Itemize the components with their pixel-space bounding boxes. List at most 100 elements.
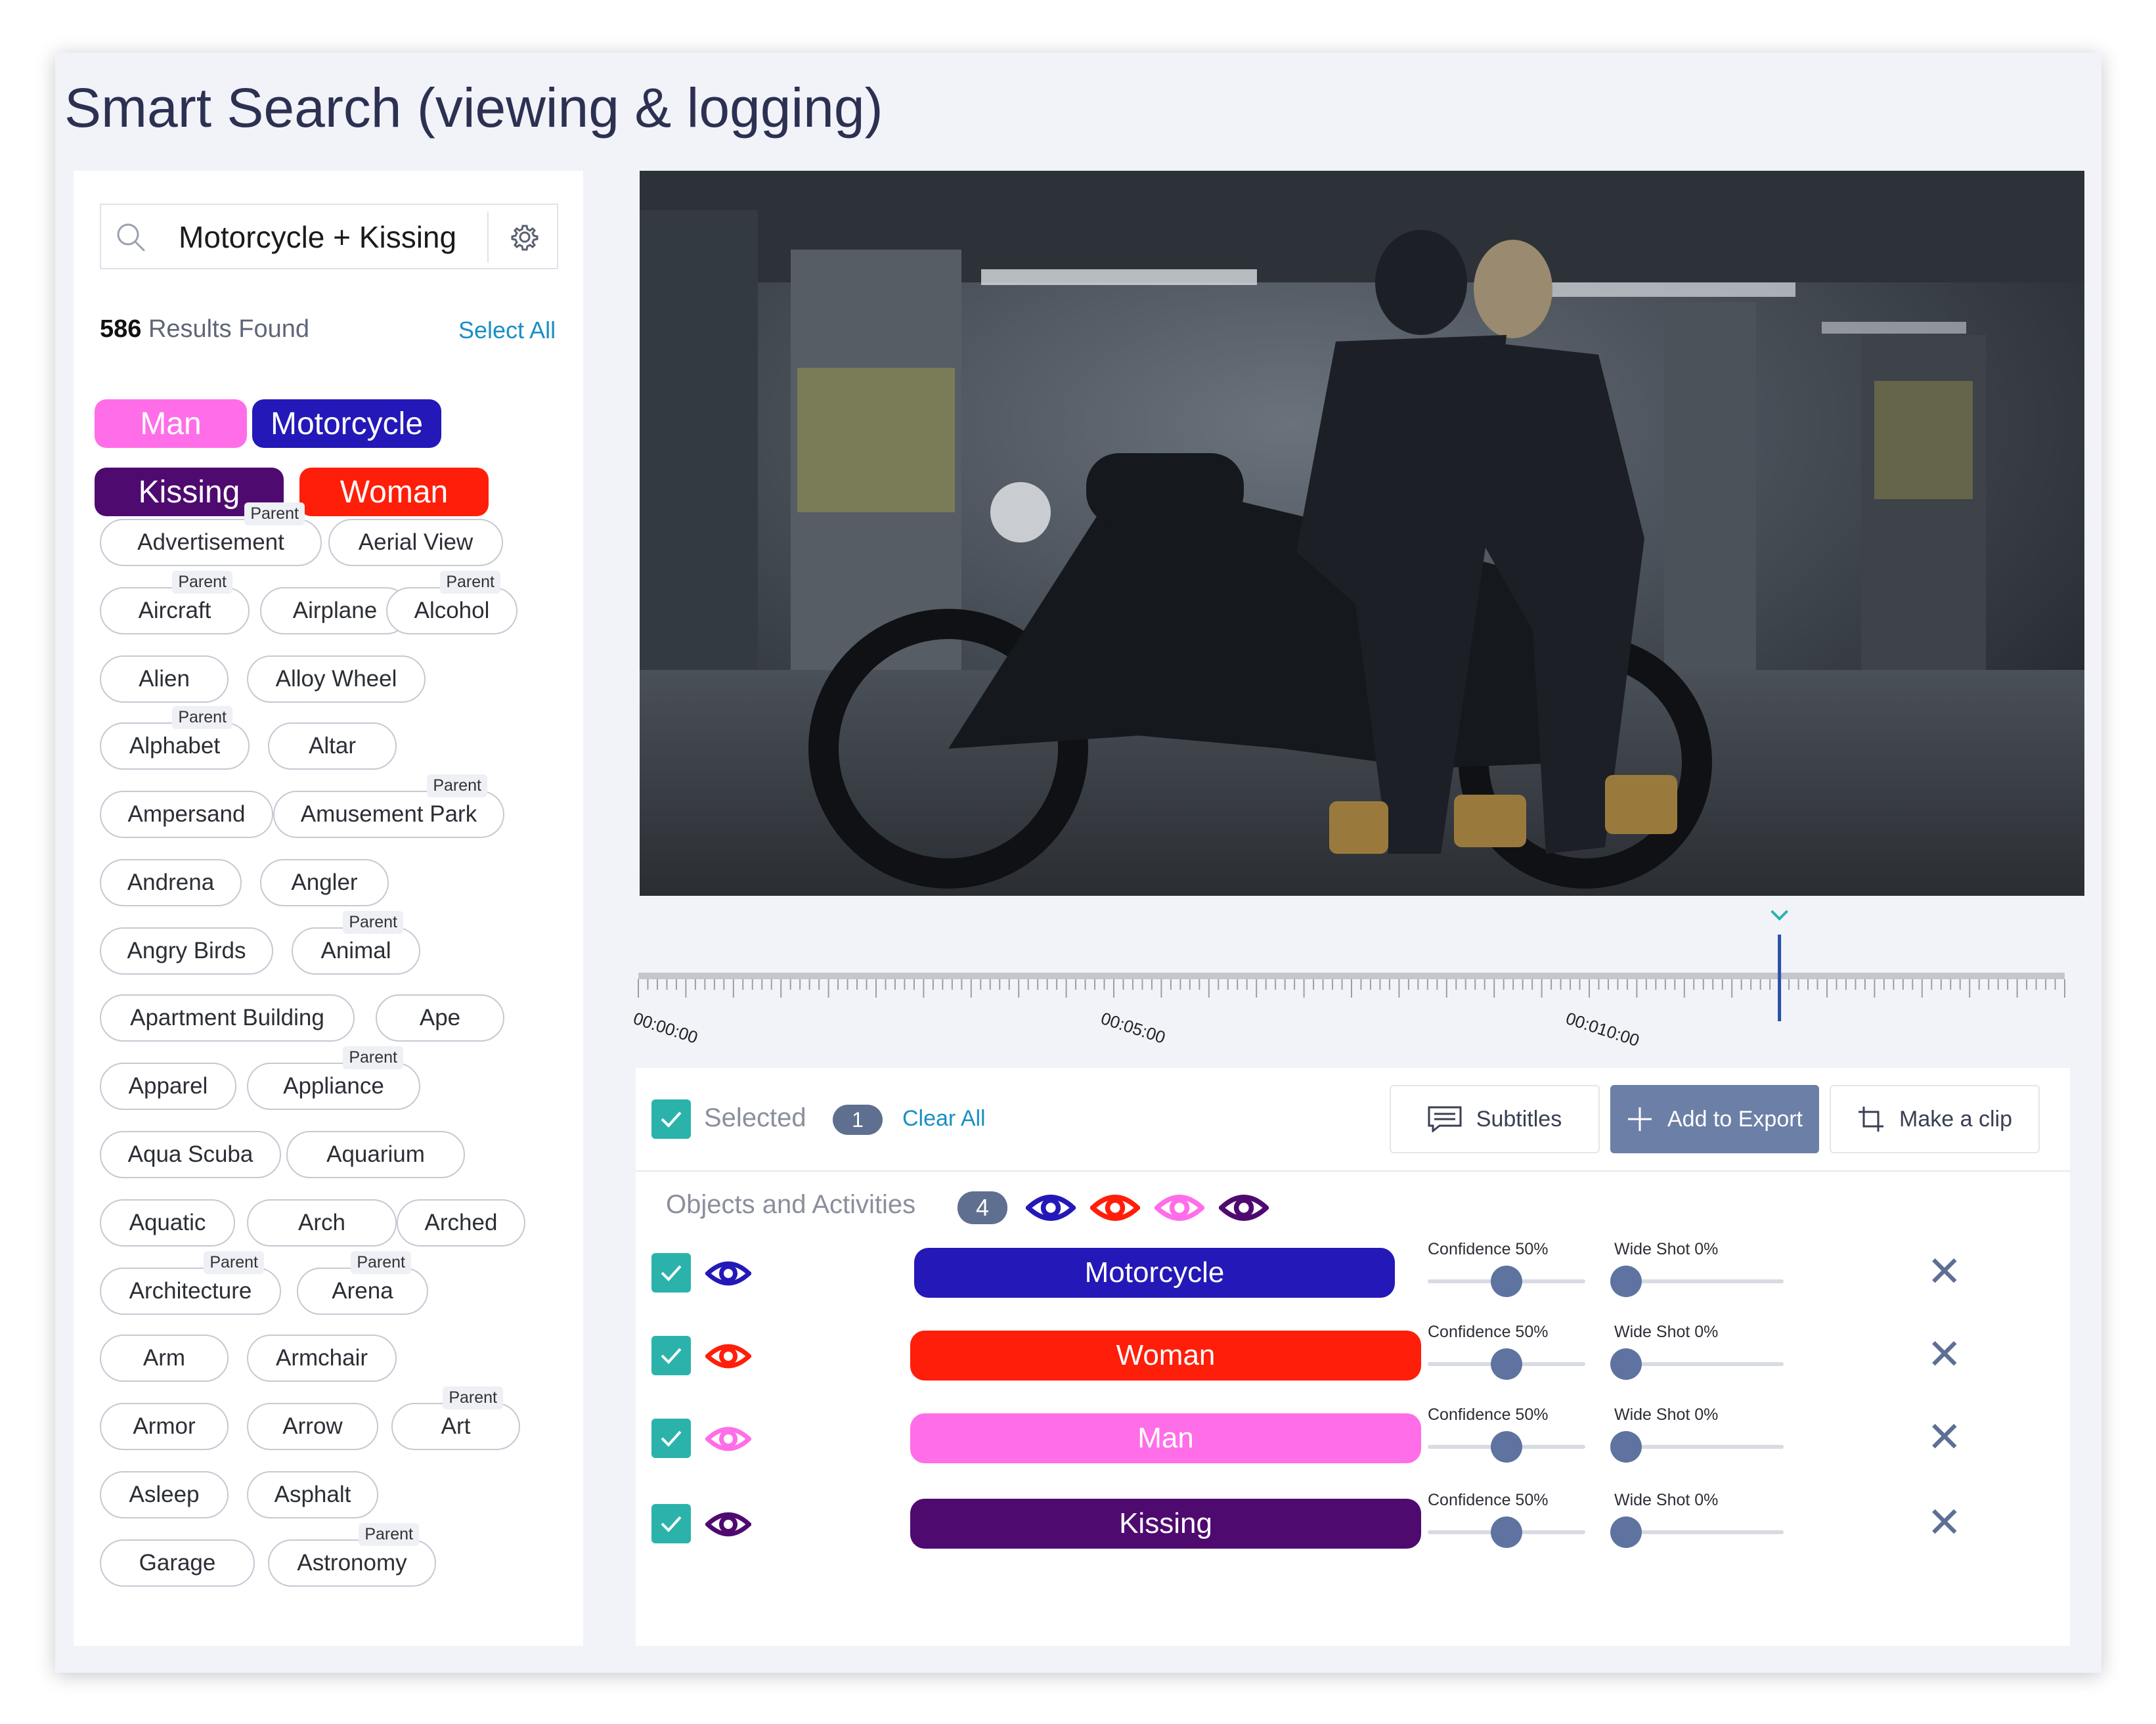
wide-shot-slider[interactable] [1610, 1516, 1784, 1548]
tag-ape[interactable]: Ape [376, 994, 504, 1042]
tag-ampersand[interactable]: Ampersand [100, 791, 273, 838]
tag-garage[interactable]: Garage [100, 1539, 255, 1587]
row-checkbox[interactable] [651, 1419, 691, 1458]
eye-icon[interactable] [705, 1257, 751, 1290]
tag-arched[interactable]: Arched [397, 1199, 525, 1247]
tag-arm[interactable]: Arm [100, 1335, 229, 1382]
wide-shot-label: Wide Shot 0% [1614, 1240, 1719, 1258]
tag-art[interactable]: Art Parent [391, 1386, 520, 1450]
eye-icon[interactable] [1026, 1190, 1076, 1226]
subtitles-icon [1428, 1106, 1462, 1132]
timeline[interactable]: 00:00:00 00:05:00 00:010:00 [631, 903, 2067, 1061]
tag-aquatic[interactable]: Aquatic [100, 1199, 235, 1247]
tag-armor[interactable]: Armor [100, 1403, 229, 1450]
select-all-link[interactable]: Select All [458, 317, 556, 344]
eye-icon[interactable] [1219, 1190, 1269, 1226]
tag-label: Aqua Scuba [127, 1141, 253, 1167]
panel-divider [636, 1170, 2070, 1172]
tag-label: Aquarium [326, 1141, 425, 1167]
slider-handle[interactable] [1610, 1348, 1642, 1380]
tag-asleep[interactable]: Asleep [100, 1471, 229, 1518]
tag-label: Angler [291, 870, 358, 895]
tag-asphalt[interactable]: Asphalt [247, 1471, 378, 1518]
object-pill-motorcycle[interactable]: Motorcycle [914, 1248, 1395, 1298]
slider-handle[interactable] [1610, 1516, 1642, 1548]
video-player[interactable] [640, 171, 2084, 896]
wide-shot-slider[interactable] [1610, 1348, 1784, 1380]
eye-icon[interactable] [705, 1423, 751, 1455]
confidence-slider[interactable] [1428, 1348, 1585, 1380]
remove-icon[interactable]: ✕ [1927, 1416, 1962, 1458]
slider-handle[interactable] [1610, 1431, 1642, 1463]
wide-shot-slider[interactable] [1610, 1431, 1784, 1463]
object-pill-man[interactable]: Man [910, 1413, 1421, 1463]
eye-icon[interactable] [705, 1508, 751, 1541]
confidence-slider[interactable] [1428, 1516, 1585, 1548]
tag-angry-birds[interactable]: Angry Birds [100, 927, 273, 975]
tag-angler[interactable]: Angler [260, 859, 389, 906]
subtitles-label: Subtitles [1476, 1106, 1562, 1132]
tag-aquarium[interactable]: Aquarium [286, 1131, 465, 1178]
confidence-label: Confidence 50% [1428, 1323, 1549, 1341]
tag-architecture[interactable]: Architecture Parent [100, 1251, 281, 1315]
tag-label: Garage [139, 1550, 216, 1576]
tag-arrow[interactable]: Arrow [247, 1403, 378, 1450]
check-icon [661, 1348, 682, 1364]
search-input[interactable]: Motorcycle + Kissing [179, 219, 456, 255]
slider-handle[interactable] [1491, 1431, 1522, 1463]
tag-arch[interactable]: Arch [247, 1199, 397, 1247]
objects-count-badge: 4 [957, 1191, 1007, 1224]
confidence-slider[interactable] [1428, 1431, 1585, 1463]
tag-label: Apartment Building [130, 1005, 324, 1030]
tag-armchair[interactable]: Armchair [247, 1335, 397, 1382]
confidence-slider[interactable] [1428, 1266, 1585, 1297]
active-tag-motorcycle[interactable]: Motorcycle [252, 399, 441, 448]
tag-advertisement[interactable]: Advertisement Parent [100, 502, 322, 566]
eye-icon[interactable] [1155, 1190, 1204, 1226]
tag-alloy-wheel[interactable]: Alloy Wheel [247, 655, 426, 703]
clear-all-link[interactable]: Clear All [902, 1106, 986, 1132]
tag-aircraft[interactable]: Aircraft Parent [100, 571, 250, 634]
search-bar[interactable]: Motorcycle + Kissing [100, 204, 558, 269]
active-tag-man[interactable]: Man [95, 399, 247, 448]
tag-andrena[interactable]: Andrena [100, 859, 242, 906]
remove-icon[interactable]: ✕ [1927, 1250, 1962, 1293]
eye-icon[interactable] [1090, 1190, 1140, 1226]
tag-apartment-building[interactable]: Apartment Building [100, 994, 355, 1042]
add-to-export-button[interactable]: Add to Export [1610, 1085, 1819, 1153]
object-pill-kissing[interactable]: Kissing [910, 1499, 1421, 1549]
tag-arena[interactable]: Arena Parent [297, 1251, 428, 1315]
remove-icon[interactable]: ✕ [1927, 1333, 1962, 1375]
tag-amusement-park[interactable]: Amusement Park Parent [273, 774, 504, 838]
slider-handle[interactable] [1491, 1348, 1522, 1380]
tag-label: Airplane [292, 598, 378, 623]
slider-handle[interactable] [1491, 1516, 1522, 1548]
tag-altar[interactable]: Altar [268, 722, 397, 770]
tag-animal[interactable]: Animal Parent [292, 911, 420, 975]
object-pill-woman[interactable]: Woman [910, 1331, 1421, 1381]
tag-alphabet[interactable]: Alphabet Parent [100, 706, 250, 770]
results-count: 586 [100, 315, 142, 343]
wide-shot-slider[interactable] [1610, 1266, 1784, 1297]
subtitles-button[interactable]: Subtitles [1390, 1085, 1600, 1153]
tag-alien[interactable]: Alien [100, 655, 229, 703]
tag-aqua-scuba[interactable]: Aqua Scuba [100, 1131, 281, 1178]
eye-icon[interactable] [705, 1340, 751, 1373]
timeline-ruler[interactable] [636, 903, 2067, 1061]
slider-handle[interactable] [1491, 1266, 1522, 1297]
row-checkbox[interactable] [651, 1253, 691, 1293]
active-tag-woman[interactable]: Woman [299, 468, 489, 516]
tag-astronomy[interactable]: Astronomy Parent [268, 1523, 436, 1587]
row-checkbox[interactable] [651, 1336, 691, 1375]
gear-icon[interactable] [508, 221, 541, 254]
tag-aerial-view[interactable]: Aerial View [328, 519, 503, 566]
make-clip-button[interactable]: Make a clip [1830, 1085, 2040, 1153]
row-checkbox[interactable] [651, 1504, 691, 1543]
tag-apparel[interactable]: Apparel [100, 1063, 236, 1110]
tag-label: Aircraft [138, 598, 211, 623]
slider-handle[interactable] [1610, 1266, 1642, 1297]
tag-appliance[interactable]: Appliance Parent [247, 1046, 420, 1110]
tag-alcohol[interactable]: Alcohol Parent [386, 571, 517, 634]
selected-checkbox[interactable] [651, 1099, 691, 1139]
remove-icon[interactable]: ✕ [1927, 1501, 1962, 1543]
